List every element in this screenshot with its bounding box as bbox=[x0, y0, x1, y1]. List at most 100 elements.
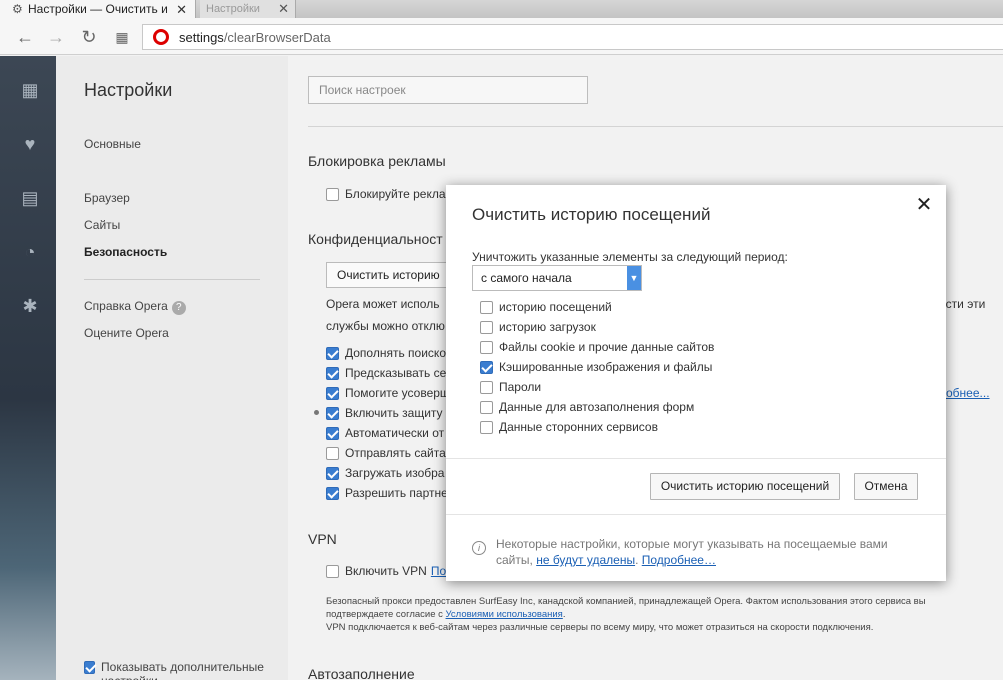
bullet-dot bbox=[314, 410, 319, 415]
checkbox[interactable] bbox=[326, 426, 339, 440]
news-icon[interactable]: ▤ bbox=[18, 186, 42, 210]
option-label: Дополнять поиско bbox=[345, 346, 446, 360]
back-icon[interactable]: ← bbox=[15, 27, 35, 47]
clear-history-button[interactable]: Очистить историю bbox=[326, 262, 456, 288]
nav-item-basic[interactable]: Основные bbox=[84, 137, 141, 151]
checkbox[interactable] bbox=[326, 466, 339, 480]
checkbox[interactable] bbox=[480, 320, 493, 334]
privacy-option[interactable]: Дополнять поиско bbox=[326, 346, 446, 360]
vpn-fine-print-2: подтверждаете согласие с Условиями испол… bbox=[326, 609, 566, 620]
tab-title-inactive: Настройки bbox=[206, 3, 260, 15]
section-title-autofill: Автозаполнение bbox=[308, 666, 415, 680]
dialog-divider bbox=[446, 458, 946, 459]
vpn-fine-print-3: VPN подключается к веб-сайтам через разл… bbox=[326, 622, 874, 633]
terms-link[interactable]: Условиями использования bbox=[446, 609, 563, 620]
privacy-option[interactable]: Загружать изобра bbox=[326, 466, 444, 480]
item-label: Пароли bbox=[499, 380, 542, 394]
section-title-privacy: Конфиденциальност bbox=[308, 231, 443, 247]
reload-icon[interactable]: ↻ bbox=[79, 27, 99, 47]
close-tab-icon[interactable]: ✕ bbox=[278, 1, 289, 17]
speed-dial-icon[interactable]: ▦ bbox=[18, 78, 42, 102]
note-text: Некоторые настройки, которые могут указы… bbox=[496, 537, 888, 567]
opera-sidebar: ▦ ♥ ▤ ◔ ✱ bbox=[0, 56, 56, 680]
nav-divider bbox=[84, 279, 260, 280]
url-text: settings/clearBrowserData bbox=[179, 29, 331, 45]
option-label: Включить защиту bbox=[345, 406, 443, 420]
option-label: Автоматически от bbox=[345, 426, 445, 440]
vpn-fine-print-1: Безопасный прокси предоставлен SurfEasy … bbox=[326, 596, 926, 607]
section-title-vpn: VPN bbox=[308, 531, 337, 547]
privacy-text-line2: службы можно отклю bbox=[326, 319, 445, 333]
not-deleted-link[interactable]: не будут удалены bbox=[536, 553, 635, 567]
speed-dial-icon[interactable]: ▦ bbox=[112, 27, 132, 47]
close-tab-icon[interactable]: ✕ bbox=[176, 2, 187, 18]
vpn-label: Включить VPN bbox=[345, 564, 427, 578]
item-label: историю посещений bbox=[499, 300, 612, 314]
clear-item[interactable]: Данные сторонних сервисов bbox=[480, 420, 658, 434]
settings-search-input[interactable]: Поиск настроек bbox=[308, 76, 588, 104]
vpn-more-link[interactable]: По bbox=[431, 564, 446, 578]
option-label: Помогите усоверш bbox=[345, 386, 450, 400]
more-info-link[interactable]: Подробнее… bbox=[642, 553, 716, 567]
clear-item[interactable]: Кэшированные изображения и файлы bbox=[480, 360, 712, 374]
checkbox[interactable] bbox=[326, 346, 339, 360]
tab-settings-active[interactable]: ⚙ Настройки — Очистить и ✕ bbox=[0, 0, 196, 18]
checkbox[interactable] bbox=[480, 420, 493, 434]
privacy-option[interactable]: Предсказывать се bbox=[326, 366, 446, 380]
checkbox[interactable] bbox=[480, 360, 493, 374]
nav-help-link[interactable]: Справка Opera? bbox=[84, 299, 186, 315]
heart-icon[interactable]: ♥ bbox=[18, 132, 42, 156]
checkbox[interactable] bbox=[480, 300, 493, 314]
period-value: с самого начала bbox=[481, 271, 572, 285]
checkbox[interactable] bbox=[326, 486, 339, 500]
show-advanced-checkbox[interactable] bbox=[84, 661, 96, 674]
confirm-clear-button[interactable]: Очистить историю посещений bbox=[650, 473, 840, 500]
close-icon[interactable]: ✕ bbox=[914, 195, 934, 215]
option-label: Разрешить партне bbox=[345, 486, 448, 500]
checkbox[interactable] bbox=[326, 446, 339, 460]
tab-strip: ⚙ Настройки — Очистить и ✕ Настройки ✕ bbox=[0, 0, 1003, 18]
history-icon[interactable]: ◔ bbox=[18, 240, 42, 264]
option-label: Отправлять сайта bbox=[345, 446, 446, 460]
privacy-option[interactable]: Автоматически от bbox=[326, 426, 444, 440]
dialog-divider bbox=[446, 514, 946, 515]
privacy-option[interactable]: Включить защиту bbox=[326, 406, 443, 420]
nav-rate-link[interactable]: Оцените Opera bbox=[84, 326, 169, 340]
nav-item-security[interactable]: Безопасность bbox=[84, 245, 167, 259]
show-advanced-toggle[interactable]: Показывать дополнительные настройки bbox=[84, 660, 284, 680]
clear-item[interactable]: историю загрузок bbox=[480, 320, 596, 334]
checkbox[interactable] bbox=[326, 366, 339, 380]
chevron-down-icon: ▼ bbox=[627, 266, 641, 290]
nav-item-browser[interactable]: Браузер bbox=[84, 191, 130, 205]
cancel-button[interactable]: Отмена bbox=[854, 473, 918, 500]
clear-item[interactable]: Пароли bbox=[480, 380, 541, 394]
nav-item-sites[interactable]: Сайты bbox=[84, 218, 120, 232]
adblock-checkbox[interactable] bbox=[326, 187, 339, 201]
privacy-option[interactable]: Разрешить партне bbox=[326, 486, 448, 500]
opera-logo-icon bbox=[153, 29, 169, 45]
section-title-adblock: Блокировка рекламы bbox=[308, 153, 446, 169]
period-select[interactable]: с самого начала ▼ bbox=[472, 265, 642, 291]
privacy-more-link[interactable]: обнее... bbox=[946, 386, 990, 400]
checkbox[interactable] bbox=[480, 340, 493, 354]
checkbox[interactable] bbox=[326, 406, 339, 420]
adblock-option[interactable]: Блокируйте рекла bbox=[326, 187, 446, 201]
checkbox[interactable] bbox=[326, 386, 339, 400]
privacy-option[interactable]: Помогите усоверш bbox=[326, 386, 450, 400]
clear-history-dialog: ✕ Очистить историю посещений Уничтожить … bbox=[446, 185, 946, 581]
option-label: Предсказывать се bbox=[345, 366, 447, 380]
privacy-text-line1: Opera может исполь bbox=[326, 297, 440, 311]
tab-settings-inactive[interactable]: Настройки ✕ bbox=[200, 0, 296, 18]
clear-item[interactable]: Данные для автозаполнения форм bbox=[480, 400, 694, 414]
forward-icon[interactable]: → bbox=[46, 27, 66, 47]
vpn-option[interactable]: Включить VPN По bbox=[326, 564, 446, 578]
clear-item[interactable]: историю посещений bbox=[480, 300, 612, 314]
vpn-checkbox[interactable] bbox=[326, 564, 339, 578]
clear-item[interactable]: Файлы cookie и прочие данные сайтов bbox=[480, 340, 714, 354]
address-bar[interactable]: settings/clearBrowserData bbox=[142, 24, 1003, 50]
extensions-icon[interactable]: ✱ bbox=[18, 294, 42, 318]
privacy-option[interactable]: Отправлять сайта bbox=[326, 446, 446, 460]
adblock-label: Блокируйте рекла bbox=[345, 187, 446, 201]
checkbox[interactable] bbox=[480, 400, 493, 414]
checkbox[interactable] bbox=[480, 380, 493, 394]
